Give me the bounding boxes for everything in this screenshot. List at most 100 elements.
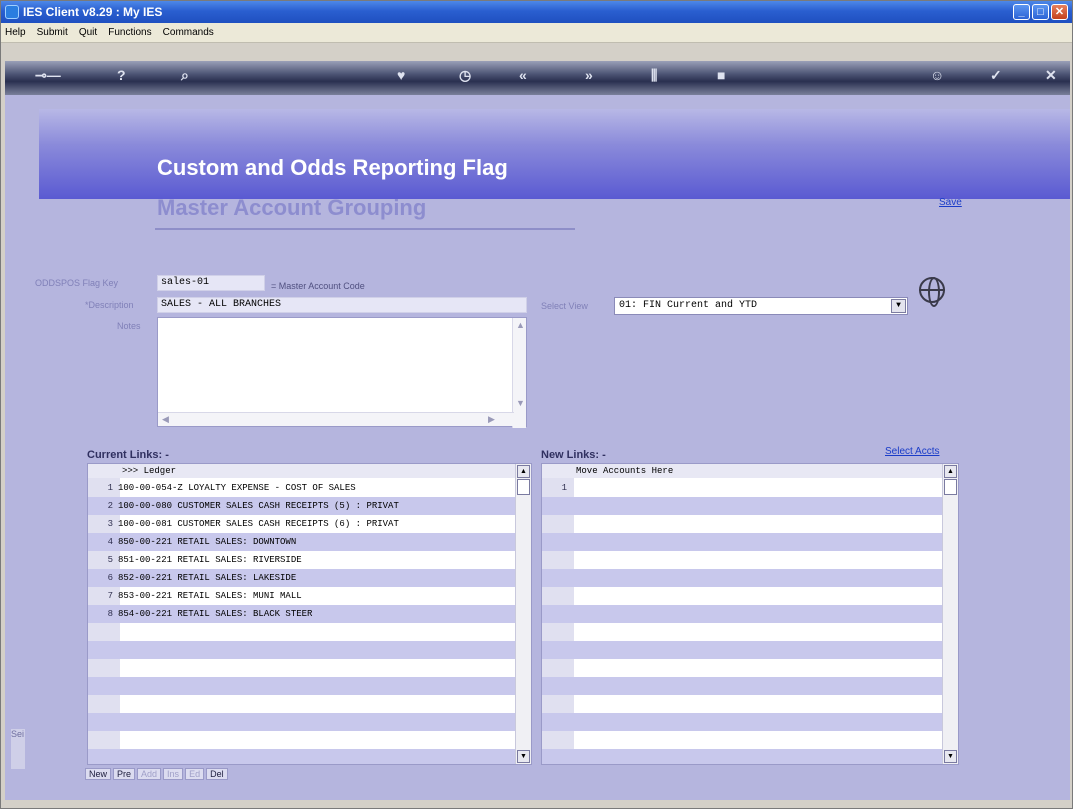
row-number: 1 xyxy=(561,483,567,493)
save-link[interactable]: Save xyxy=(939,197,962,208)
menu-submit[interactable]: Submit xyxy=(33,23,72,38)
close-icon[interactable]: ✕ xyxy=(1045,67,1057,84)
new-button[interactable]: New xyxy=(85,768,112,780)
table-row[interactable] xyxy=(542,659,944,677)
page-title: Custom and Odds Reporting Flag xyxy=(157,155,508,180)
columns-icon[interactable]: ⫼ xyxy=(651,67,657,84)
scroll-down-icon[interactable]: ▼ xyxy=(944,750,957,763)
table-row[interactable] xyxy=(542,551,944,569)
row-number: 4 xyxy=(107,537,113,547)
stop-icon[interactable]: ■ xyxy=(717,67,725,83)
scroll-thumb[interactable] xyxy=(517,479,530,495)
search-icon[interactable]: ⌕ xyxy=(181,67,189,84)
select-view-dropdown[interactable]: 01: FIN Current and YTD ▼ xyxy=(614,297,908,315)
notes-hscrollbar[interactable]: ◀ ▶ xyxy=(158,412,514,426)
globe-icon[interactable] xyxy=(919,277,945,307)
table-row[interactable] xyxy=(542,569,944,587)
description-field[interactable]: SALES - ALL BRANCHES xyxy=(157,297,527,313)
table-row[interactable] xyxy=(542,641,944,659)
table-row[interactable] xyxy=(542,695,944,713)
table-row[interactable]: 2 100-00-080 CUSTOMER SALES CASH RECEIPTS… xyxy=(88,497,517,515)
rewind-icon[interactable]: « xyxy=(519,67,527,83)
table-row[interactable] xyxy=(88,641,517,659)
page-subtitle: Master Account Grouping xyxy=(157,195,427,220)
chevron-down-icon[interactable]: ▼ xyxy=(891,299,906,313)
table-row[interactable] xyxy=(88,713,517,731)
row-number: 3 xyxy=(107,519,113,529)
scroll-thumb[interactable] xyxy=(944,479,957,495)
side-tab[interactable]: Sei xyxy=(11,729,25,769)
scroll-right-icon[interactable]: ▶ xyxy=(488,414,495,425)
flagkey-field[interactable]: sales-01 xyxy=(157,275,265,291)
scroll-down-icon[interactable]: ▼ xyxy=(517,750,530,763)
previous-button[interactable]: Pre xyxy=(113,768,136,780)
table-row[interactable] xyxy=(542,713,944,731)
check-icon[interactable]: ✓ xyxy=(990,67,1002,84)
header-band xyxy=(39,109,1070,199)
table-row[interactable] xyxy=(88,695,517,713)
table-row[interactable] xyxy=(542,623,944,641)
add-button[interactable]: Add xyxy=(137,768,162,780)
table-row[interactable] xyxy=(88,677,517,695)
menu-quit[interactable]: Quit xyxy=(75,23,101,38)
table-row[interactable] xyxy=(542,677,944,695)
scroll-up-icon[interactable]: ▲ xyxy=(944,465,957,478)
fastforward-icon[interactable]: » xyxy=(585,67,593,83)
table-row[interactable] xyxy=(542,533,944,551)
maximize-button[interactable]: □ xyxy=(1032,4,1049,20)
delete-button[interactable]: Del xyxy=(206,768,228,780)
table-row[interactable] xyxy=(542,587,944,605)
description-label: *Description xyxy=(85,300,134,310)
row-number: 2 xyxy=(107,501,113,511)
flagkey-hint: = Master Account Code xyxy=(271,281,365,291)
heart-icon[interactable]: ♥ xyxy=(397,67,405,83)
table-row[interactable]: 1 xyxy=(542,479,944,497)
table-row[interactable] xyxy=(542,497,944,515)
notes-textarea[interactable]: ▲ ▼ ◀ ▶ xyxy=(157,317,527,428)
scroll-down-icon[interactable]: ▼ xyxy=(516,398,525,408)
table-row[interactable] xyxy=(88,659,517,677)
row-text: 852-00-221 RETAIL SALES: LAKESIDE xyxy=(118,573,297,583)
insert-button[interactable]: Ins xyxy=(163,768,184,780)
edit-button[interactable]: Ed xyxy=(185,768,205,780)
row-text: 853-00-221 RETAIL SALES: MUNI MALL xyxy=(118,591,302,601)
clock-icon[interactable]: ◷ xyxy=(459,67,471,84)
subtitle-rule xyxy=(155,228,575,230)
menu-help[interactable]: Help xyxy=(1,23,30,38)
table-row[interactable] xyxy=(542,605,944,623)
table-row[interactable]: 1 100-00-054-Z LOYALTY EXPENSE - COST OF … xyxy=(88,479,517,497)
current-links-scrollbar[interactable]: ▲ ▼ xyxy=(515,464,531,764)
table-row[interactable]: 7 853-00-221 RETAIL SALES: MUNI MALL xyxy=(88,587,517,605)
select-view-label: Select View xyxy=(541,301,588,311)
scroll-up-icon[interactable]: ▲ xyxy=(517,465,530,478)
menu-bar: Help Submit Quit Functions Commands xyxy=(1,23,1072,43)
row-text: 850-00-221 RETAIL SALES: DOWNTOWN xyxy=(118,537,297,547)
table-row[interactable] xyxy=(542,749,944,764)
scroll-left-icon[interactable]: ◀ xyxy=(162,414,169,425)
table-row[interactable]: 8 854-00-221 RETAIL SALES: BLACK STEER xyxy=(88,605,517,623)
table-row[interactable]: 6 852-00-221 RETAIL SALES: LAKESIDE xyxy=(88,569,517,587)
menu-commands[interactable]: Commands xyxy=(159,23,218,38)
minimize-button[interactable]: _ xyxy=(1013,4,1030,20)
menu-functions[interactable]: Functions xyxy=(104,23,155,38)
close-window-button[interactable]: ✕ xyxy=(1051,4,1068,20)
window-title: IES Client v8.29 : My IES xyxy=(23,5,163,19)
help-icon[interactable]: ? xyxy=(117,67,126,83)
new-links-scrollbar[interactable]: ▲ ▼ xyxy=(942,464,958,764)
table-row[interactable] xyxy=(542,515,944,533)
table-row[interactable]: 3 100-00-081 CUSTOMER SALES CASH RECEIPTS… xyxy=(88,515,517,533)
notes-vscrollbar[interactable]: ▲ ▼ xyxy=(512,318,526,428)
table-row[interactable]: 4 850-00-221 RETAIL SALES: DOWNTOWN xyxy=(88,533,517,551)
table-row[interactable]: 5 851-00-221 RETAIL SALES: RIVERSIDE xyxy=(88,551,517,569)
scroll-up-icon[interactable]: ▲ xyxy=(516,320,525,330)
table-row[interactable] xyxy=(88,749,517,764)
select-accounts-link[interactable]: Select Accts xyxy=(885,446,939,457)
select-view-value: 01: FIN Current and YTD xyxy=(619,300,758,311)
notes-label: Notes xyxy=(117,321,141,331)
table-row[interactable] xyxy=(88,623,517,641)
row-number: 5 xyxy=(107,555,113,565)
key-icon[interactable]: ⊸— xyxy=(35,67,61,84)
table-row[interactable] xyxy=(88,731,517,749)
table-row[interactable] xyxy=(542,731,944,749)
smile-icon[interactable]: ☺ xyxy=(930,67,944,83)
